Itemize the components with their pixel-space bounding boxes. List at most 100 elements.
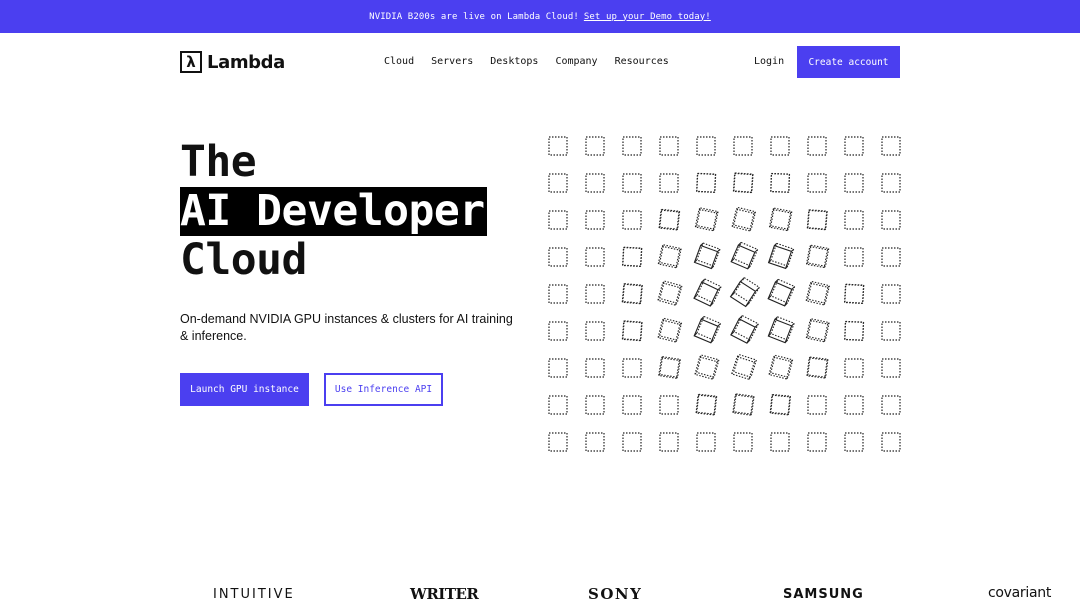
cube-tile xyxy=(806,356,829,379)
cube-tile xyxy=(806,209,828,231)
cube-tile xyxy=(767,316,795,344)
cube-tile xyxy=(844,136,864,156)
logo-intuitive: INTUITIVE xyxy=(213,587,295,602)
nav-item-resources[interactable]: Resources xyxy=(615,56,669,67)
cube-tile xyxy=(585,358,605,378)
cube-tile xyxy=(548,395,568,415)
cube-tile xyxy=(844,320,865,341)
cube-tile xyxy=(807,136,827,156)
main-nav: Cloud Servers Desktops Company Resources xyxy=(384,56,669,67)
cube-tile xyxy=(770,136,790,156)
cube-tile xyxy=(881,358,901,378)
cube-tile xyxy=(694,207,719,232)
cube-tile xyxy=(881,395,901,415)
cube-tile xyxy=(770,432,790,452)
customer-logos: INTUITIVE WRITER SONY SAMSUNG covariant xyxy=(0,583,1080,608)
nav-item-servers[interactable]: Servers xyxy=(431,56,473,67)
cube-tile xyxy=(585,432,605,452)
cube-tile xyxy=(548,321,568,341)
cube-tile xyxy=(585,284,605,304)
cube-tile xyxy=(696,136,716,156)
cube-tile xyxy=(696,172,717,193)
cube-tile xyxy=(548,247,568,267)
cube-tile xyxy=(844,247,864,267)
cube-tile xyxy=(733,136,753,156)
use-inference-api-button[interactable]: Use Inference API xyxy=(324,373,443,406)
cube-tile xyxy=(881,247,901,267)
cube-tile xyxy=(659,395,679,415)
cube-tile xyxy=(769,393,792,416)
cube-tile xyxy=(732,172,754,194)
headline-line-3: Cloud xyxy=(180,235,307,285)
cube-tile xyxy=(659,173,679,193)
cube-tile xyxy=(622,395,642,415)
cube-tile xyxy=(585,173,605,193)
nav-item-desktops[interactable]: Desktops xyxy=(490,56,538,67)
cube-tile xyxy=(621,320,643,342)
cube-tile xyxy=(805,318,830,343)
cube-tile xyxy=(622,136,642,156)
cube-tile xyxy=(548,136,568,156)
cube-tile xyxy=(585,210,605,230)
cube-tile xyxy=(548,173,568,193)
logo-text: Lambda xyxy=(207,51,285,73)
cube-tile xyxy=(548,432,568,452)
cube-tile xyxy=(548,284,568,304)
announcement-banner: NVIDIA B200s are live on Lambda Cloud! S… xyxy=(0,0,1080,33)
cube-tile xyxy=(585,247,605,267)
cube-tile xyxy=(730,314,760,344)
hero-headline: The AI Developer Cloud xyxy=(180,138,487,285)
cube-tile xyxy=(621,283,643,305)
cube-tile xyxy=(844,395,864,415)
cube-tile xyxy=(693,278,722,307)
hero-subtitle: On-demand NVIDIA GPU instances & cluster… xyxy=(180,312,513,343)
cube-tile xyxy=(733,432,753,452)
logo-samsung: SAMSUNG xyxy=(783,587,864,602)
headline-line-1: The xyxy=(180,137,257,187)
cube-tile xyxy=(657,280,683,306)
cube-tile xyxy=(732,393,755,416)
cube-tile xyxy=(548,210,568,230)
cube-tile xyxy=(881,321,901,341)
banner-text: NVIDIA B200s are live on Lambda Cloud! xyxy=(369,11,579,22)
cube-tile xyxy=(881,210,901,230)
cube-tile xyxy=(805,244,830,269)
cube-tile xyxy=(693,315,722,344)
cube-tile xyxy=(768,207,793,232)
cube-tile xyxy=(767,278,796,307)
cube-tile xyxy=(585,395,605,415)
cube-tile xyxy=(621,246,643,268)
cube-tile xyxy=(843,283,865,305)
cube-tile xyxy=(622,173,642,193)
create-account-button[interactable]: Create account xyxy=(797,46,900,78)
cube-tile xyxy=(729,276,761,308)
cube-tile xyxy=(695,393,718,416)
lambda-logo[interactable]: λ Lambda xyxy=(180,51,285,73)
banner-demo-link[interactable]: Set up your Demo today! xyxy=(584,12,711,22)
nav-item-cloud[interactable]: Cloud xyxy=(384,56,414,67)
cube-tile xyxy=(807,173,827,193)
cube-tile xyxy=(585,136,605,156)
cube-tile xyxy=(658,356,681,379)
cube-tile xyxy=(696,432,716,452)
cube-tile xyxy=(881,284,901,304)
cube-tile xyxy=(881,136,901,156)
cube-tile xyxy=(844,173,864,193)
logo-sony: SONY xyxy=(588,585,643,603)
cube-tile xyxy=(657,244,682,269)
cube-tile xyxy=(844,210,864,230)
cube-tile xyxy=(770,172,791,193)
logo-covariant: covariant xyxy=(988,585,1052,601)
cube-tile xyxy=(585,321,605,341)
cube-tile xyxy=(548,358,568,378)
cube-tile xyxy=(767,242,795,270)
launch-gpu-instance-button[interactable]: Launch GPU instance xyxy=(180,373,309,406)
login-link[interactable]: Login xyxy=(754,56,784,67)
cube-tile xyxy=(807,395,827,415)
cube-tile xyxy=(844,358,864,378)
cube-tile xyxy=(731,353,758,380)
cube-tile xyxy=(731,206,757,232)
cube-tile xyxy=(659,136,679,156)
nav-item-company[interactable]: Company xyxy=(555,56,597,67)
cube-tile xyxy=(844,432,864,452)
